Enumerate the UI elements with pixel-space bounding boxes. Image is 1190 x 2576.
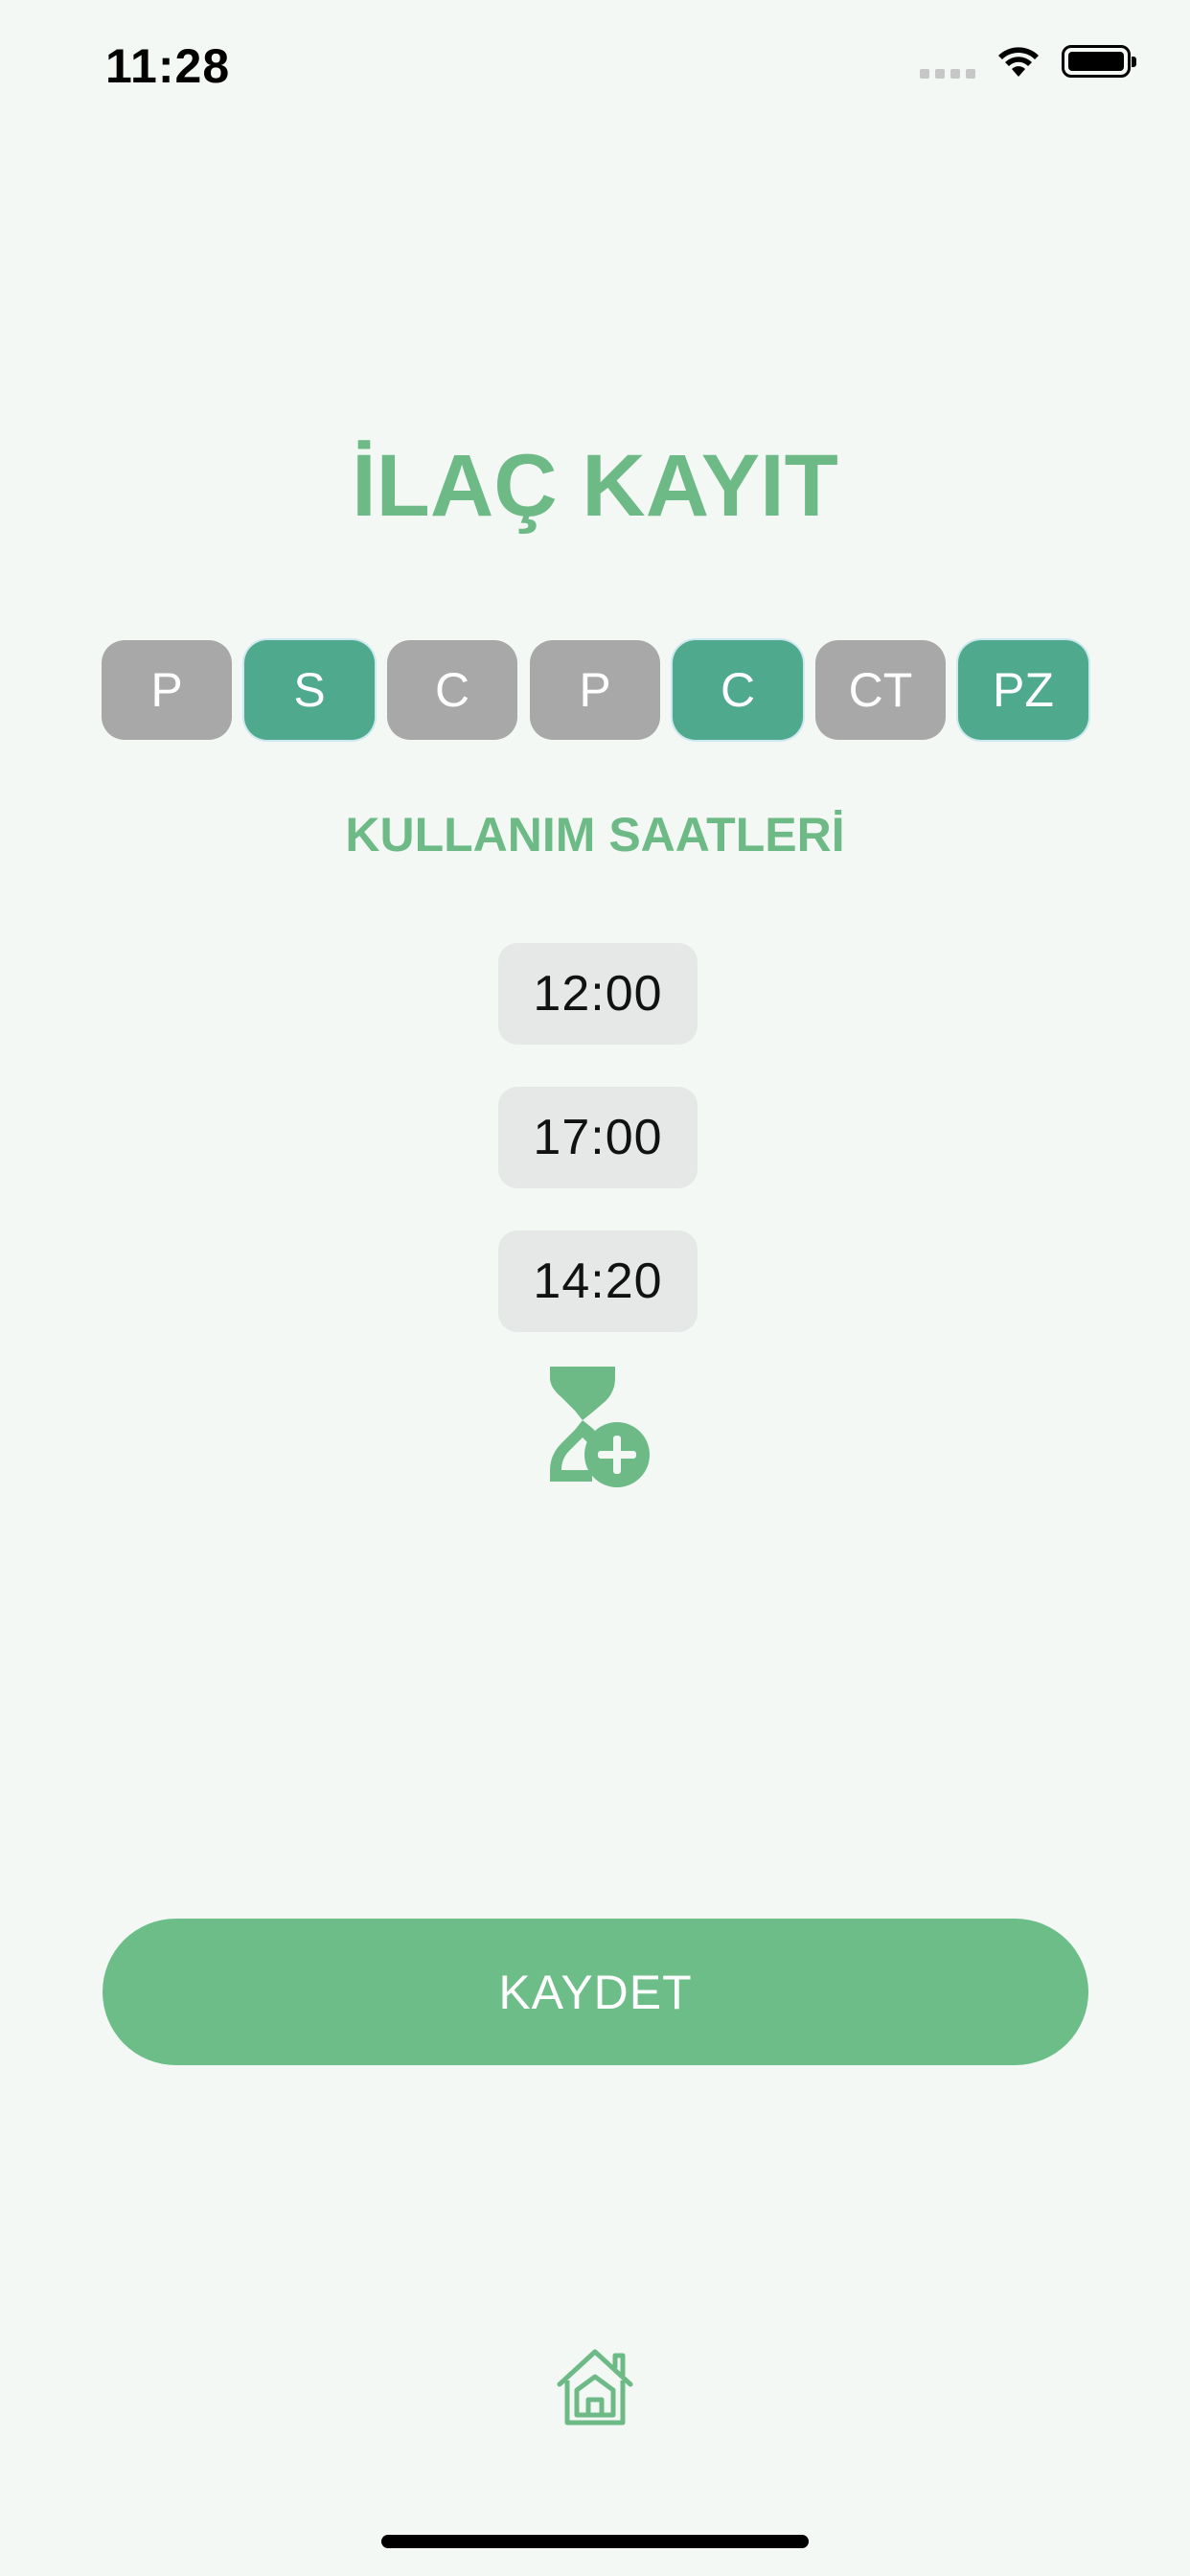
- time-chip[interactable]: 14:20: [498, 1230, 698, 1332]
- day-toggle-4[interactable]: P: [530, 640, 660, 740]
- hourglass-plus-icon[interactable]: [544, 1363, 655, 1493]
- cellular-signal-icon: [920, 42, 975, 80]
- wifi-icon: [998, 47, 1039, 77]
- usage-times-title: KULLANIM SAATLERİ: [345, 808, 845, 862]
- home-icon[interactable]: [554, 2346, 636, 2428]
- day-toggle-3[interactable]: C: [387, 640, 517, 740]
- status-bar: 11:28: [0, 0, 1190, 125]
- status-icons: [920, 42, 1136, 80]
- battery-icon: [1062, 45, 1136, 78]
- time-chip[interactable]: 12:00: [498, 943, 698, 1045]
- page-title: İLAÇ KAYIT: [352, 437, 838, 535]
- status-time: 11:28: [105, 39, 231, 93]
- day-toggle-1[interactable]: P: [102, 640, 232, 740]
- save-button[interactable]: KAYDET: [103, 1919, 1088, 2065]
- day-selector: P S C P C CT PZ: [102, 640, 1088, 740]
- home-indicator: [381, 2535, 809, 2548]
- day-toggle-5[interactable]: C: [673, 640, 803, 740]
- day-toggle-7[interactable]: PZ: [958, 640, 1088, 740]
- time-chip[interactable]: 17:00: [498, 1087, 698, 1188]
- day-toggle-6[interactable]: CT: [815, 640, 946, 740]
- day-toggle-2[interactable]: S: [244, 640, 375, 740]
